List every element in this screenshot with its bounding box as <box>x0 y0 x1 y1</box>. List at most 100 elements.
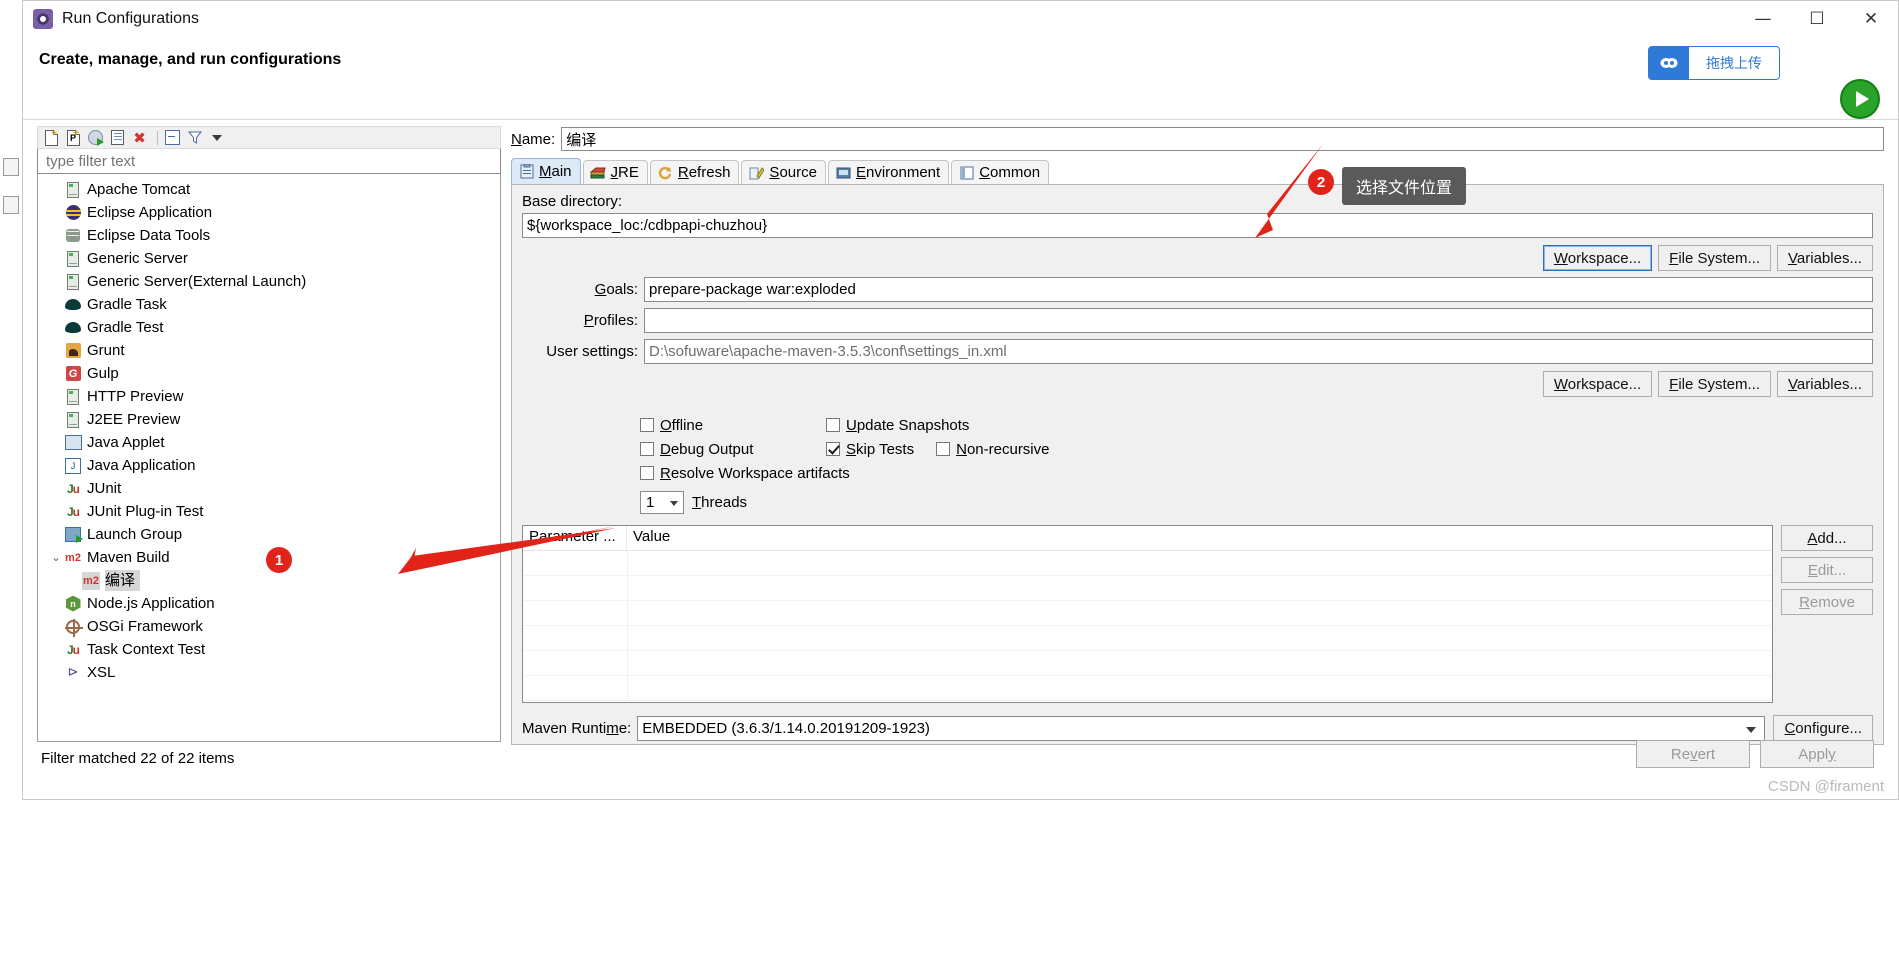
configuration-name-input[interactable] <box>561 127 1884 151</box>
tree-item[interactable]: Eclipse Data Tools <box>38 224 500 247</box>
offline-checkbox[interactable] <box>640 418 654 432</box>
name-label: Name: <box>511 130 556 148</box>
tab-common[interactable]: Common <box>951 160 1050 184</box>
tree-item[interactable]: ⊳ XSL <box>38 661 500 684</box>
update-snapshots-checkbox[interactable] <box>826 418 840 432</box>
tree-item[interactable]: Generic Server(External Launch) <box>38 270 500 293</box>
close-button[interactable]: ✕ <box>1844 1 1898 37</box>
tree-item[interactable]: Grunt <box>38 339 500 362</box>
skip-tests-checkbox[interactable] <box>826 442 840 456</box>
maximize-button[interactable]: ☐ <box>1790 1 1844 37</box>
checkbox-row-2: Debug Output Skip Tests Non-recursive <box>640 437 1873 461</box>
remove-parameter-button[interactable]: Remove <box>1781 589 1873 615</box>
edit-parameter-button[interactable]: Edit... <box>1781 557 1873 583</box>
tab-environment[interactable]: Environment <box>827 160 950 184</box>
minimize-button[interactable]: — <box>1736 1 1790 37</box>
title-bar: Run Configurations — ☐ ✕ <box>23 1 1898 37</box>
tree-item-label: Eclipse Data Tools <box>87 227 211 244</box>
view-menu-icon[interactable] <box>207 129 226 147</box>
profiles-input[interactable] <box>644 308 1873 333</box>
tree-item-label: OSGi Framework <box>87 618 203 635</box>
table-cell-parameter <box>523 551 628 575</box>
new-configuration-icon[interactable]: + <box>42 128 61 147</box>
tree-item[interactable]: J2EE Preview <box>38 408 500 431</box>
tree-item[interactable]: Gradle Task <box>38 293 500 316</box>
apply-button[interactable]: Apply <box>1760 740 1874 768</box>
user-settings-file-system-button[interactable]: File System... <box>1658 371 1771 397</box>
tree-item[interactable]: Generic Server <box>38 247 500 270</box>
table-row[interactable] <box>523 551 1772 576</box>
delete-icon[interactable]: ✖ <box>130 129 149 147</box>
tree-item[interactable]: Ju JUnit Plug-in Test <box>38 500 500 523</box>
tree-item-label: Java Applet <box>87 434 165 451</box>
tree-item[interactable]: HTTP Preview <box>38 385 500 408</box>
nodejs-icon: n <box>64 595 82 613</box>
table-row[interactable] <box>523 576 1772 601</box>
filter-icon[interactable] <box>185 129 204 147</box>
parameters-table[interactable]: Parameter ... Value <box>522 525 1773 703</box>
resolve-workspace-artifacts-checkbox[interactable] <box>640 466 654 480</box>
source-tab-icon <box>748 166 765 180</box>
user-settings-input[interactable] <box>644 339 1873 364</box>
table-row[interactable] <box>523 676 1772 701</box>
tree-item[interactable]: J Java Application <box>38 454 500 477</box>
non-recursive-checkbox[interactable] <box>936 442 951 456</box>
tab-label: Source <box>769 164 817 181</box>
new-prototype-icon[interactable]: P + <box>64 128 83 147</box>
revert-button[interactable]: Revert <box>1636 740 1750 768</box>
tab-jre[interactable]: JRE <box>582 160 648 184</box>
tree-item[interactable]: Launch Group <box>38 523 500 546</box>
base-directory-input[interactable] <box>522 213 1873 238</box>
tab-label: Main <box>539 163 572 180</box>
tab-source[interactable]: Source <box>741 160 826 184</box>
table-row[interactable] <box>523 626 1772 651</box>
tree-item-label: Apache Tomcat <box>87 181 191 198</box>
add-parameter-button[interactable]: Add... <box>1781 525 1873 551</box>
tree-item[interactable]: Eclipse Application <box>38 201 500 224</box>
tab-main[interactable]: Main <box>511 158 581 184</box>
collapse-all-icon[interactable] <box>163 129 182 147</box>
tree-item[interactable]: m2 编译 <box>38 569 500 592</box>
filter-text-box[interactable] <box>37 148 501 174</box>
desktop-left-strip <box>0 0 22 800</box>
new-launch-group-icon[interactable] <box>86 129 105 147</box>
maven-runtime-select[interactable]: EMBEDDED (3.6.3/1.14.0.20191209-1923) <box>637 715 1766 741</box>
tree-item-label: Gradle Test <box>87 319 164 336</box>
eclipse-icon <box>64 204 82 222</box>
tree-item[interactable]: G Gulp <box>38 362 500 385</box>
run-play-icon[interactable] <box>1840 79 1880 119</box>
tree-item[interactable]: Ju Task Context Test <box>38 638 500 661</box>
table-row[interactable] <box>523 701 1772 702</box>
tree-item[interactable]: Gradle Test <box>38 316 500 339</box>
user-settings-row: User settings: <box>522 339 1873 364</box>
tree-item[interactable]: Java Applet <box>38 431 500 454</box>
user-settings-workspace-button[interactable]: Workspace... <box>1542 371 1653 397</box>
non-recursive-label: Non-recursive <box>956 440 1050 458</box>
tree-item[interactable]: n Node.js Application <box>38 592 500 615</box>
goals-input[interactable] <box>644 277 1873 302</box>
threads-stepper[interactable]: 1 <box>640 490 684 514</box>
user-settings-variables-button[interactable]: Variables... <box>1777 371 1873 397</box>
checkbox-row-1: Offline Update Snapshots <box>640 413 1873 437</box>
configure-runtime-button[interactable]: Configure... <box>1773 715 1873 741</box>
tree-item[interactable]: Apache Tomcat <box>38 178 500 201</box>
duplicate-icon[interactable] <box>108 129 127 147</box>
table-cell-parameter <box>523 601 628 625</box>
tree-item[interactable]: OSGi Framework <box>38 615 500 638</box>
search-input[interactable] <box>44 151 500 171</box>
tree-item[interactable]: Ju JUnit <box>38 477 500 500</box>
base-dir-workspace-button[interactable]: Workspace... <box>1542 245 1653 271</box>
junit-icon: Ju <box>66 642 80 657</box>
table-row[interactable] <box>523 651 1772 676</box>
debug-output-checkbox[interactable] <box>640 442 654 456</box>
annotation-badge-2: 2 <box>1308 169 1334 195</box>
tab-refresh[interactable]: Refresh <box>649 160 740 184</box>
tree-item-label: Launch Group <box>87 526 183 543</box>
toolbar-separator <box>157 130 158 145</box>
chevron-down-icon[interactable]: ⌄ <box>48 551 64 564</box>
table-row[interactable] <box>523 601 1772 626</box>
drag-upload-badge[interactable]: 拖拽上传 <box>1648 46 1780 80</box>
configurations-tree[interactable]: Apache Tomcat Eclipse Application Eclipse … <box>37 174 501 742</box>
base-dir-file-system-button[interactable]: File System... <box>1658 245 1771 271</box>
base-dir-variables-button[interactable]: Variables... <box>1777 245 1873 271</box>
